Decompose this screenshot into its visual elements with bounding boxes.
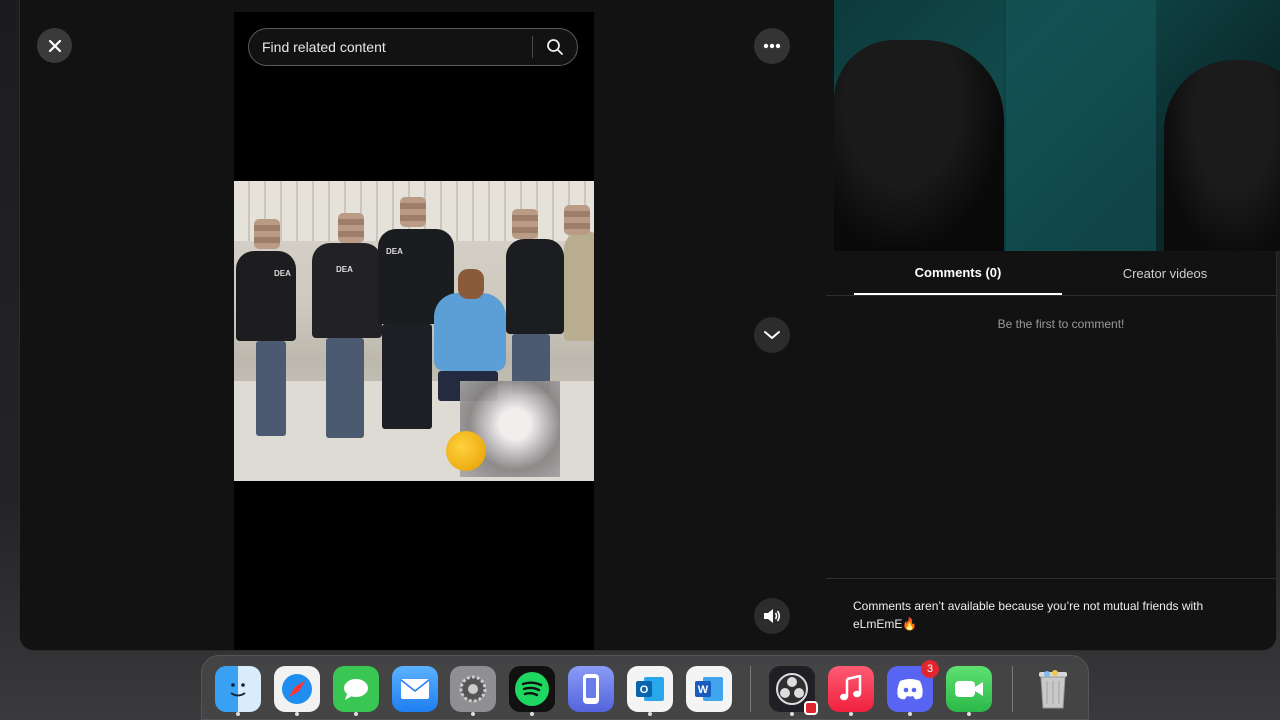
close-button[interactable] [37, 28, 72, 63]
image-person [506, 239, 564, 334]
dock: O W 3 [201, 655, 1089, 720]
search-button[interactable] [533, 29, 577, 65]
jacket-text: DEA [336, 265, 353, 274]
facetime-icon[interactable] [946, 666, 992, 716]
comments-panel: Comments (0) Creator videos Be the first… [826, 251, 1276, 650]
speaker-icon [764, 609, 781, 623]
outlook-icon[interactable]: O [627, 666, 673, 716]
running-indicator [236, 712, 240, 716]
running-indicator [908, 712, 912, 716]
search-input[interactable] [249, 28, 532, 66]
running-indicator [530, 712, 534, 716]
close-icon [48, 39, 61, 52]
more-options-button[interactable] [754, 28, 790, 64]
search-icon [547, 39, 563, 55]
music-icon[interactable] [828, 666, 874, 716]
image-person-legs [326, 338, 364, 438]
spotify-icon[interactable] [509, 666, 555, 716]
running-indicator [354, 712, 358, 716]
image-blurred-face [338, 213, 364, 243]
svg-text:O: O [640, 684, 649, 696]
mail-icon[interactable] [392, 666, 438, 712]
running-indicator [790, 712, 794, 716]
trash-icon[interactable] [1030, 666, 1076, 712]
dock-separator [1012, 666, 1013, 712]
webcam-background-door [1004, 0, 1156, 251]
finder-icon[interactable] [215, 666, 261, 716]
running-indicator [967, 712, 971, 716]
image-face [458, 269, 484, 299]
image-person [236, 251, 296, 341]
webcam-overlay [834, 0, 1280, 251]
image-person [312, 243, 382, 338]
running-indicator [295, 712, 299, 716]
divider [826, 578, 1276, 579]
image-blurred-face [512, 209, 538, 239]
obs-icon[interactable] [769, 666, 818, 716]
recording-indicator [804, 701, 818, 715]
webcam-person [1164, 60, 1280, 251]
jacket-text: DEA [274, 269, 291, 278]
image-seated-person [434, 293, 506, 371]
system-settings-icon[interactable] [450, 666, 496, 716]
notification-badge: 3 [921, 660, 939, 678]
volume-button[interactable] [754, 598, 790, 634]
dock-separator [750, 666, 751, 712]
video-frame-image: DEA DEA DEA [234, 181, 594, 481]
running-indicator [648, 712, 652, 716]
image-blurred-face [564, 205, 590, 235]
more-icon [763, 43, 781, 49]
image-blurred-face [400, 197, 426, 227]
tab-creator-videos[interactable]: Creator videos [1062, 251, 1268, 295]
tab-comments[interactable]: Comments (0) [854, 251, 1062, 295]
discord-icon[interactable]: 3 [887, 660, 939, 716]
running-indicator [849, 712, 853, 716]
comments-unavailable-notice: Comments aren’t available because you’re… [853, 599, 1204, 631]
word-icon[interactable]: W [686, 666, 732, 712]
search-bar [248, 28, 578, 66]
svg-text:W: W [698, 684, 709, 696]
image-person [564, 231, 594, 341]
messages-icon[interactable] [333, 666, 379, 716]
jacket-text: DEA [386, 247, 403, 256]
thumbs-up-emoji [446, 431, 486, 471]
video-pane: DEA DEA DEA [20, 0, 834, 650]
image-person-legs [382, 324, 432, 429]
iphone-mirroring-icon[interactable] [568, 666, 614, 712]
image-blurred-face [254, 219, 280, 249]
webcam-person [834, 40, 1004, 251]
safari-icon[interactable] [274, 666, 320, 716]
running-indicator [471, 712, 475, 716]
next-video-button[interactable] [754, 317, 790, 353]
chevron-down-icon [764, 331, 780, 339]
image-person-legs [256, 341, 286, 436]
empty-comments-message: Be the first to comment! [997, 317, 1125, 331]
panel-tabs: Comments (0) Creator videos [826, 251, 1276, 296]
